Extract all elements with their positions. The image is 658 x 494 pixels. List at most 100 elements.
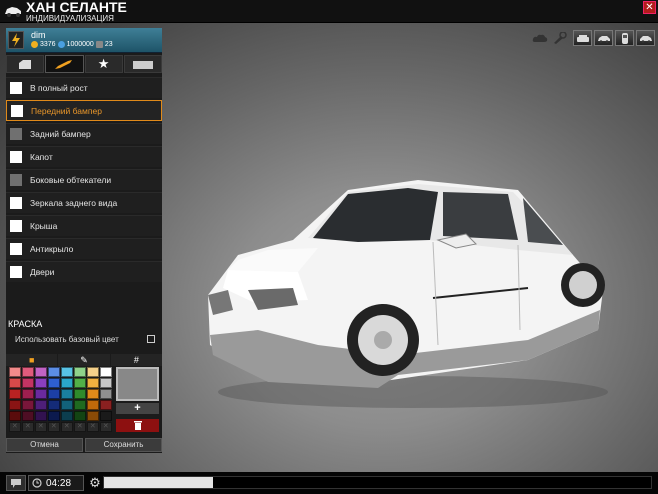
color-swatch[interactable] (100, 411, 112, 421)
color-swatch[interactable] (48, 411, 60, 421)
color-swatch[interactable] (9, 367, 21, 377)
wrench-icon[interactable] (551, 30, 569, 46)
empty-swatch[interactable]: ✕ (61, 422, 73, 432)
color-swatch[interactable] (22, 411, 34, 421)
color-swatch[interactable] (74, 400, 86, 410)
part-checkbox[interactable] (10, 197, 22, 209)
color-swatch[interactable] (48, 367, 60, 377)
color-swatch[interactable] (9, 378, 21, 388)
empty-swatch[interactable]: ✕ (48, 422, 60, 432)
color-swatch[interactable] (61, 411, 73, 421)
color-swatch[interactable] (74, 411, 86, 421)
tab-favorites[interactable]: ★ (84, 55, 123, 73)
color-swatch[interactable] (35, 411, 47, 421)
base-color-checkbox[interactable] (147, 335, 155, 343)
car-side-icon[interactable] (594, 30, 613, 46)
level-value: 23 (104, 41, 113, 48)
empty-swatch[interactable]: ✕ (9, 422, 21, 432)
color-swatch[interactable] (35, 400, 47, 410)
chat-button[interactable] (6, 475, 26, 491)
color-swatch[interactable] (48, 400, 60, 410)
part-item[interactable]: Задний бампер (6, 123, 162, 144)
tab-body-parts[interactable] (6, 55, 45, 73)
part-checkbox[interactable] (10, 128, 22, 140)
color-swatch[interactable] (9, 400, 21, 410)
empty-swatch[interactable]: ✕ (74, 422, 86, 432)
progress-bar (103, 476, 652, 489)
tab-pipette[interactable]: ✎ (58, 354, 110, 366)
part-item[interactable]: Двери (6, 261, 162, 282)
color-swatch[interactable] (22, 400, 34, 410)
save-button[interactable]: Сохранить (85, 438, 162, 452)
empty-swatch[interactable]: ✕ (22, 422, 34, 432)
color-swatch[interactable] (48, 378, 60, 388)
part-checkbox[interactable] (10, 243, 22, 255)
color-swatch[interactable] (87, 378, 99, 388)
cloud-icon[interactable] (531, 30, 549, 46)
color-swatch[interactable] (74, 389, 86, 399)
color-swatch[interactable] (74, 367, 86, 377)
part-item[interactable]: Антикрыло (6, 238, 162, 259)
delete-color-button[interactable] (116, 419, 159, 432)
part-item[interactable]: Зеркала заднего вида (6, 192, 162, 213)
color-swatch[interactable] (100, 389, 112, 399)
color-swatch[interactable] (100, 367, 112, 377)
part-item[interactable]: Крыша (6, 215, 162, 236)
tab-palette[interactable]: ■ (6, 354, 58, 366)
color-swatch[interactable] (35, 367, 47, 377)
palette-icon: ■ (28, 355, 35, 365)
color-swatch[interactable] (35, 378, 47, 388)
color-swatch[interactable] (22, 378, 34, 388)
color-swatch[interactable] (100, 378, 112, 388)
color-swatch[interactable] (87, 411, 99, 421)
part-checkbox[interactable] (10, 266, 22, 278)
color-swatch[interactable] (100, 400, 112, 410)
color-swatch[interactable] (9, 389, 21, 399)
part-item[interactable]: Боковые обтекатели (6, 169, 162, 190)
color-swatch[interactable] (61, 367, 73, 377)
empty-swatch[interactable]: ✕ (100, 422, 112, 432)
car-3d-preview[interactable] (198, 170, 618, 410)
settings-button[interactable]: ⚙ (88, 475, 102, 491)
part-checkbox[interactable] (11, 104, 23, 117)
color-swatch[interactable] (87, 389, 99, 399)
part-checkbox[interactable] (10, 174, 22, 186)
color-swatch[interactable] (87, 400, 99, 410)
part-checkbox[interactable] (10, 220, 22, 232)
color-swatch[interactable] (61, 389, 73, 399)
empty-swatch[interactable]: ✕ (87, 422, 99, 432)
color-swatch[interactable] (35, 389, 47, 399)
paint-section-title: КРАСКА (8, 319, 43, 329)
tab-custom[interactable]: # (110, 354, 162, 366)
gear-icon: ⚙ (89, 475, 101, 490)
color-swatch[interactable] (48, 389, 60, 399)
category-tabs: ★ (6, 55, 162, 73)
cancel-button[interactable]: Отмена (6, 438, 83, 452)
tab-paint[interactable] (45, 55, 84, 73)
car-front-icon[interactable] (573, 30, 592, 46)
close-button[interactable]: ✕ (643, 1, 656, 14)
color-swatch[interactable] (74, 378, 86, 388)
part-item[interactable]: Капот (6, 146, 162, 167)
color-swatch[interactable] (87, 367, 99, 377)
player-profile: dim 3376 1000000 23 (6, 28, 162, 53)
part-checkbox[interactable] (10, 82, 22, 94)
add-color-button[interactable]: + (116, 403, 159, 414)
color-swatch[interactable] (22, 389, 34, 399)
part-item[interactable]: Передний бампер (6, 100, 162, 121)
empty-swatch[interactable]: ✕ (35, 422, 47, 432)
part-item[interactable]: В полный рост (6, 77, 162, 98)
bolt-icon[interactable] (8, 31, 24, 49)
tab-plates[interactable] (123, 55, 162, 73)
car-rear-icon[interactable] (636, 30, 655, 46)
color-swatch[interactable] (61, 400, 73, 410)
car-top-icon[interactable] (615, 30, 634, 46)
part-checkbox[interactable] (10, 151, 22, 163)
clock: 04:28 (28, 475, 84, 491)
color-swatch[interactable] (22, 367, 34, 377)
clock-time: 04:28 (46, 477, 72, 489)
color-swatch[interactable] (9, 411, 21, 421)
color-swatch[interactable] (61, 378, 73, 388)
color-palette: ✕ ✕ ✕ ✕ ✕ ✕ ✕ ✕ (9, 367, 112, 432)
money-value: 3376 (40, 41, 56, 48)
